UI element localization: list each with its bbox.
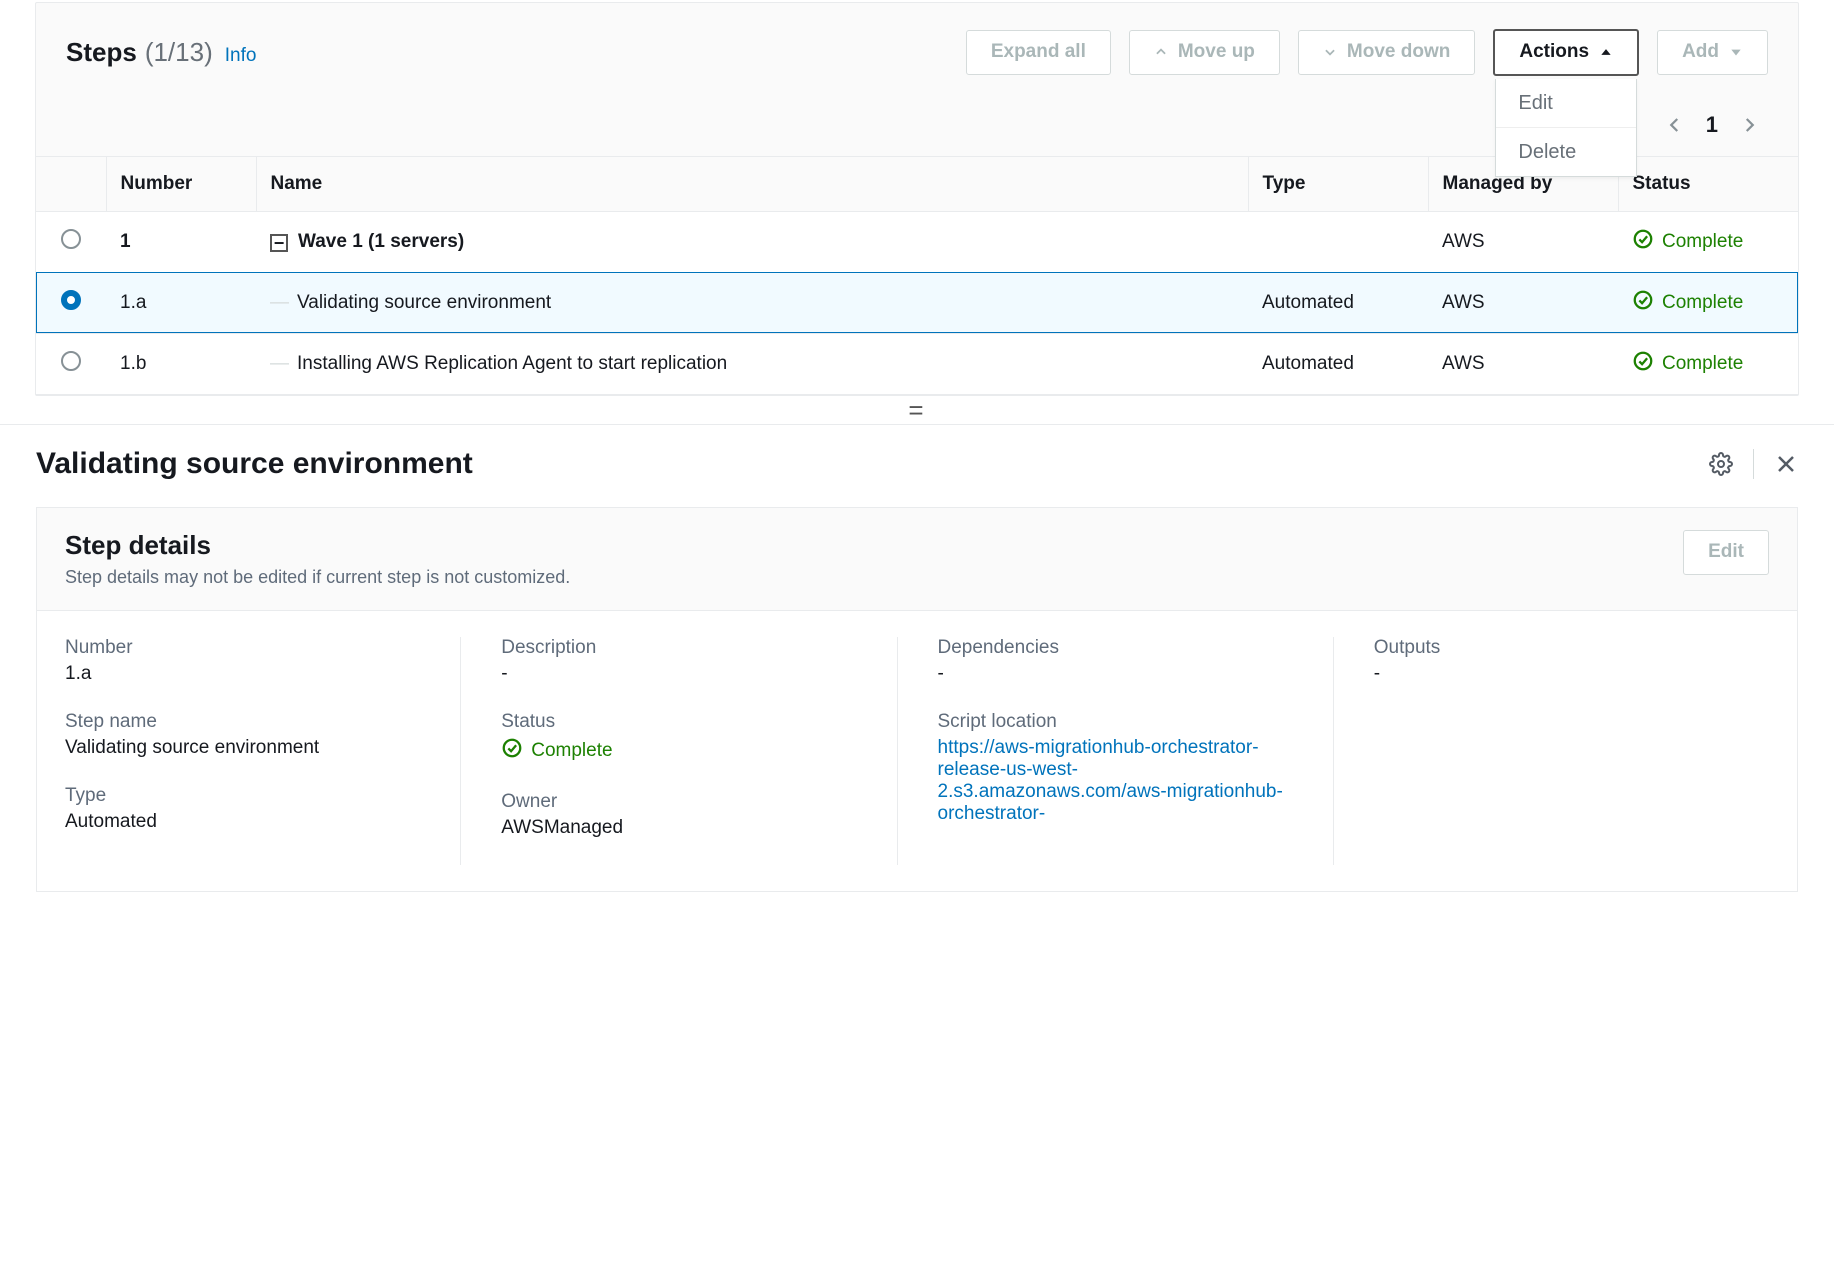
- stepname-label: Step name: [65, 711, 420, 733]
- script-value[interactable]: https://aws-migrationhub-orchestrator-re…: [938, 737, 1293, 825]
- steps-title: Steps: [66, 37, 137, 68]
- add-button[interactable]: Add: [1657, 30, 1768, 75]
- tree-line-icon: —: [270, 353, 289, 374]
- chevron-up-icon: [1154, 45, 1168, 59]
- triangle-up-icon: [1599, 45, 1613, 59]
- actions-button[interactable]: Actions Edit Delete: [1493, 29, 1639, 76]
- row-name: −Wave 1 (1 servers): [256, 211, 1248, 272]
- expand-all-label: Expand all: [991, 39, 1086, 66]
- collapse-icon[interactable]: −: [270, 234, 288, 252]
- detail-header: Validating source environment: [0, 425, 1834, 491]
- outputs-label: Outputs: [1374, 637, 1729, 659]
- row-status: Complete: [1618, 272, 1798, 333]
- row-radio[interactable]: [61, 290, 81, 310]
- steps-panel: Steps (1/13) Info Expand all Move up Mov…: [35, 2, 1799, 396]
- triangle-down-icon: [1729, 45, 1743, 59]
- panel-resize-handle[interactable]: =: [0, 396, 1834, 426]
- steps-table: Number Name Type Managed by Status 1−Wav…: [36, 156, 1798, 395]
- row-name: —Validating source environment: [256, 272, 1248, 333]
- check-circle-icon: [1632, 350, 1654, 378]
- row-managed: AWS: [1428, 272, 1618, 333]
- edit-step-label: Edit: [1708, 539, 1744, 566]
- step-details-title: Step details: [65, 530, 1663, 561]
- table-row[interactable]: 1.a—Validating source environmentAutomat…: [36, 272, 1798, 333]
- detail-title: Validating source environment: [36, 447, 1689, 481]
- table-row[interactable]: 1.b—Installing AWS Replication Agent to …: [36, 333, 1798, 394]
- row-status: Complete: [1618, 211, 1798, 272]
- row-type: Automated: [1248, 272, 1428, 333]
- deps-label: Dependencies: [938, 637, 1293, 659]
- row-type: Automated: [1248, 333, 1428, 394]
- row-number: 1.a: [106, 272, 256, 333]
- close-button[interactable]: [1774, 452, 1798, 476]
- settings-button[interactable]: [1709, 452, 1733, 476]
- move-down-button[interactable]: Move down: [1298, 30, 1475, 75]
- steps-title-block: Steps (1/13) Info: [66, 37, 948, 68]
- row-name: —Installing AWS Replication Agent to sta…: [256, 333, 1248, 394]
- col-select: [36, 156, 106, 211]
- desc-label: Description: [501, 637, 856, 659]
- row-number: 1: [106, 211, 256, 272]
- step-details-subtitle: Step details may not be edited if curren…: [65, 567, 1663, 588]
- type-value: Automated: [65, 811, 420, 833]
- col-number[interactable]: Number: [106, 156, 256, 211]
- number-label: Number: [65, 637, 420, 659]
- expand-all-button[interactable]: Expand all: [966, 30, 1111, 75]
- number-value: 1.a: [65, 663, 420, 685]
- outputs-value: -: [1374, 663, 1729, 685]
- edit-step-button[interactable]: Edit: [1683, 530, 1769, 575]
- add-label: Add: [1682, 39, 1719, 66]
- row-number: 1.b: [106, 333, 256, 394]
- pager-page: 1: [1706, 112, 1718, 138]
- actions-edit-item[interactable]: Edit: [1496, 79, 1636, 128]
- actions-dropdown: Edit Delete: [1495, 79, 1637, 177]
- row-radio[interactable]: [61, 351, 81, 371]
- row-radio[interactable]: [61, 229, 81, 249]
- pager-next-button[interactable]: [1740, 116, 1758, 134]
- divider: [1753, 449, 1754, 479]
- owner-value: AWSManaged: [501, 817, 856, 839]
- step-details-panel: Step details Step details may not be edi…: [36, 507, 1798, 892]
- check-circle-icon: [1632, 289, 1654, 317]
- check-circle-icon: [1632, 228, 1654, 256]
- row-status: Complete: [1618, 333, 1798, 394]
- pager-prev-button[interactable]: [1666, 116, 1684, 134]
- steps-panel-header: Steps (1/13) Info Expand all Move up Mov…: [36, 3, 1798, 102]
- move-up-label: Move up: [1178, 39, 1255, 66]
- move-up-button[interactable]: Move up: [1129, 30, 1280, 75]
- table-row[interactable]: 1−Wave 1 (1 servers) AWSComplete: [36, 211, 1798, 272]
- row-managed: AWS: [1428, 211, 1618, 272]
- col-type[interactable]: Type: [1248, 156, 1428, 211]
- steps-count: (1/13): [145, 37, 213, 68]
- desc-value: -: [501, 663, 856, 685]
- pager: 1: [1666, 102, 1788, 138]
- step-details-header: Step details Step details may not be edi…: [37, 508, 1797, 611]
- status-label: Status: [501, 711, 856, 733]
- col-name[interactable]: Name: [256, 156, 1248, 211]
- actions-label: Actions: [1519, 39, 1589, 66]
- row-type: [1248, 211, 1428, 272]
- row-managed: AWS: [1428, 333, 1618, 394]
- script-label: Script location: [938, 711, 1293, 733]
- chevron-down-icon: [1323, 45, 1337, 59]
- tree-line-icon: —: [270, 292, 289, 313]
- check-circle-icon: [501, 737, 523, 765]
- col-status[interactable]: Status: [1618, 156, 1798, 211]
- actions-delete-item[interactable]: Delete: [1496, 128, 1636, 176]
- move-down-label: Move down: [1347, 39, 1450, 66]
- status-text: Complete: [531, 740, 612, 762]
- owner-label: Owner: [501, 791, 856, 813]
- status-value: Complete: [501, 737, 856, 765]
- info-link[interactable]: Info: [225, 45, 257, 67]
- type-label: Type: [65, 785, 420, 807]
- step-details-body: Number 1.a Step name Validating source e…: [37, 611, 1797, 891]
- deps-value: -: [938, 663, 1293, 685]
- stepname-value: Validating source environment: [65, 737, 420, 759]
